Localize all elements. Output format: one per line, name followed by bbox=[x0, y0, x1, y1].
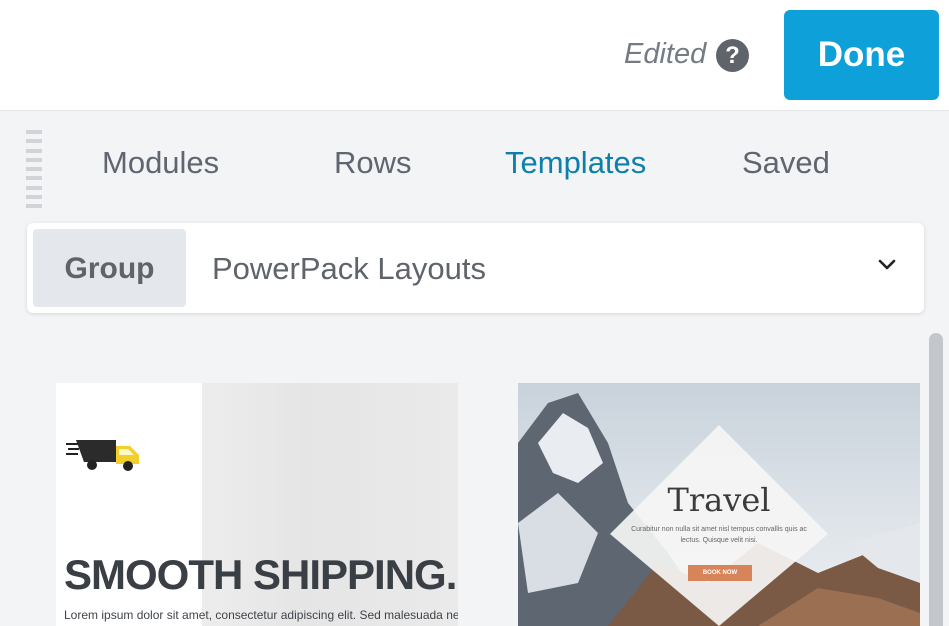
template-card-travel[interactable]: Travel Curabitur non nulla sit amet nisl… bbox=[518, 383, 920, 626]
group-label: Group bbox=[33, 229, 186, 307]
truck-icon bbox=[66, 440, 139, 471]
edited-status: Edited bbox=[624, 38, 707, 70]
template-title: Travel bbox=[667, 481, 771, 519]
done-button[interactable]: Done bbox=[784, 10, 939, 100]
chevron-down-icon[interactable] bbox=[873, 251, 901, 279]
book-now-button[interactable]: BOOK NOW bbox=[688, 565, 752, 581]
tab-saved[interactable]: Saved bbox=[742, 145, 830, 181]
template-card-shipping[interactable]: SMOOTH SHIPPING. Lorem ipsum dolor sit a… bbox=[56, 383, 458, 626]
group-select-value[interactable]: PowerPack Layouts bbox=[212, 251, 486, 287]
top-bar: Edited ? Done bbox=[0, 0, 949, 111]
template-subtext: Lorem ipsum dolor sit amet, consectetur … bbox=[64, 608, 458, 622]
tab-modules[interactable]: Modules bbox=[102, 145, 219, 181]
scrollbar[interactable] bbox=[929, 333, 943, 626]
tab-bar: Modules Rows Templates Saved bbox=[0, 145, 949, 195]
template-headline: SMOOTH SHIPPING. bbox=[64, 551, 457, 598]
tab-rows[interactable]: Rows bbox=[334, 145, 412, 181]
tab-templates[interactable]: Templates bbox=[505, 145, 646, 181]
question-circle-icon[interactable]: ? bbox=[716, 39, 749, 72]
template-text: Curabitur non nulla sit amet nisl tempus… bbox=[631, 526, 807, 544]
group-select[interactable]: Group PowerPack Layouts bbox=[27, 223, 924, 313]
